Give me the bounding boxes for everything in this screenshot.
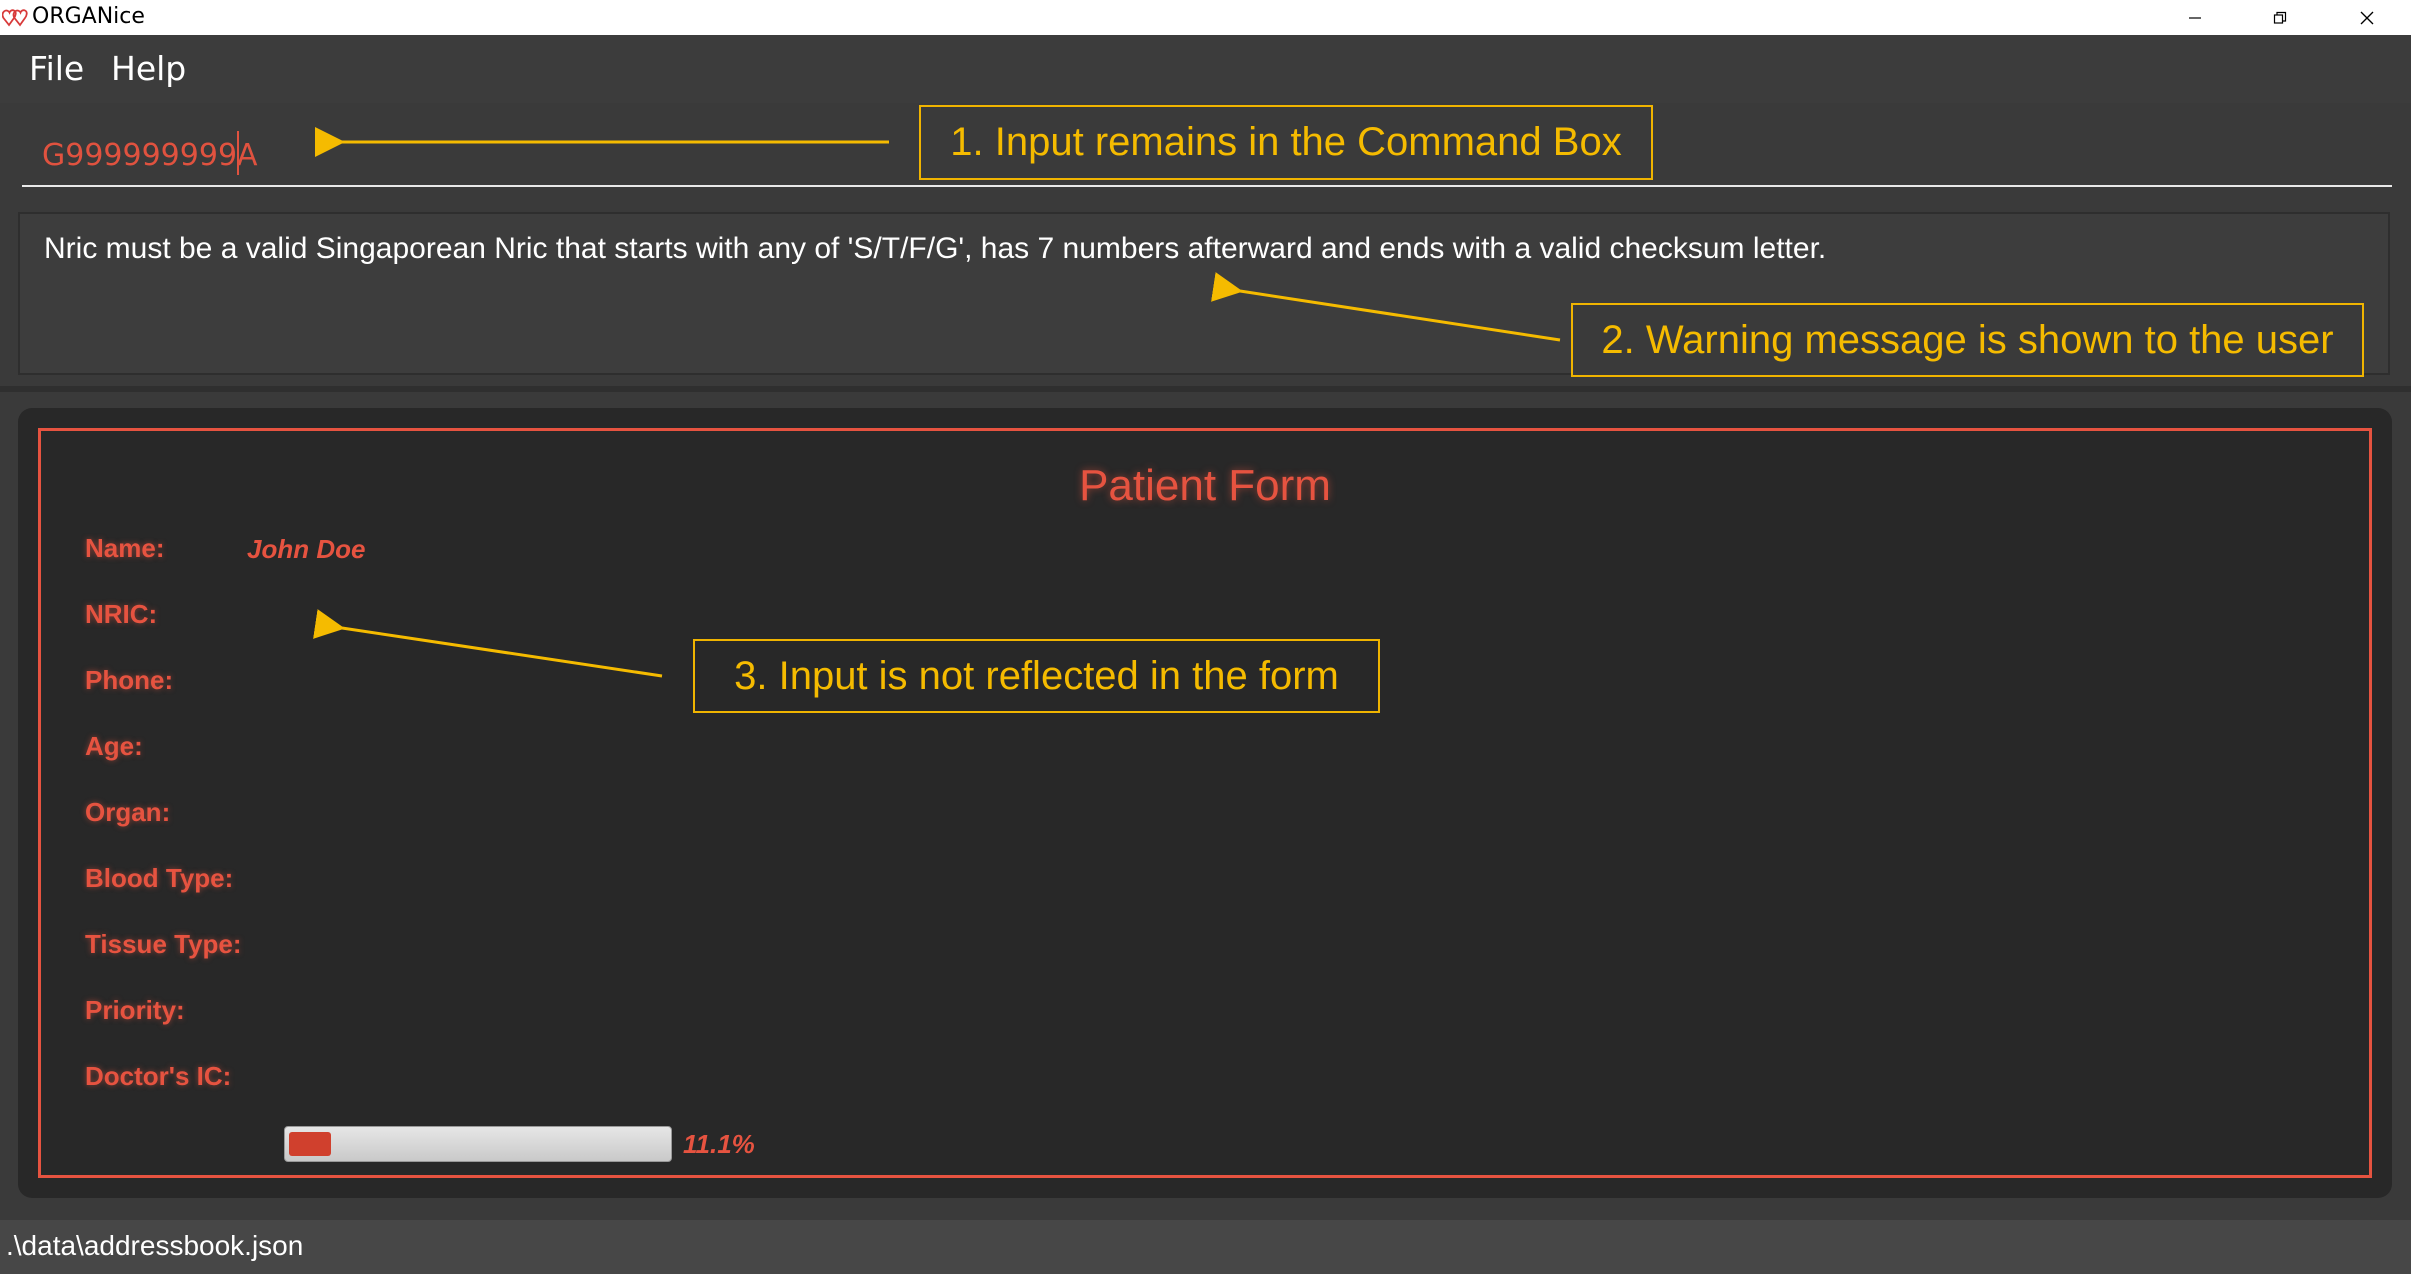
form-title: Patient Form: [1079, 461, 1331, 510]
minimize-icon: [2189, 16, 2201, 19]
age-label: Age:: [85, 731, 143, 761]
menu-file[interactable]: File: [29, 49, 84, 89]
window-title: ORGANice: [32, 4, 145, 29]
phone-label: Phone:: [85, 665, 174, 695]
progress-fill: [289, 1132, 331, 1156]
restore-button[interactable]: [2245, 0, 2315, 35]
doctor-ic-label: Doctor's IC:: [85, 1061, 232, 1091]
blood-type-label: Blood Type:: [85, 863, 234, 893]
progress-percentage: 11.1%: [683, 1129, 755, 1159]
annotation-form: 3. Input is not reflected in the form: [693, 639, 1380, 713]
title-bar: ORGANice: [0, 0, 2411, 35]
annotation-warning-message: 2. Warning message is shown to the user: [1571, 303, 2364, 377]
status-bar: .\data\addressbook.json: [0, 1220, 2411, 1274]
patient-form: Patient Form Name: John Doe NRIC: Phone:…: [38, 428, 2372, 1178]
menu-help[interactable]: Help: [111, 49, 186, 89]
name-label: Name:: [85, 533, 165, 563]
menu-bar: File Help: [0, 35, 2411, 103]
progress-bar: [284, 1126, 672, 1162]
annotation-command-box: 1. Input remains in the Command Box: [919, 105, 1653, 180]
text-caret: [237, 131, 239, 175]
double-heart-icon: [2, 9, 28, 27]
restore-icon: [2273, 11, 2287, 24]
name-value: John Doe: [247, 534, 366, 564]
priority-label: Priority:: [85, 995, 185, 1025]
organ-label: Organ:: [85, 797, 171, 827]
tissue-type-label: Tissue Type:: [85, 929, 242, 959]
warning-message: Nric must be a valid Singaporean Nric th…: [44, 232, 1827, 265]
save-location-path: .\data\addressbook.json: [6, 1230, 304, 1261]
nric-label: NRIC:: [85, 599, 158, 629]
close-button[interactable]: [2332, 0, 2402, 35]
panel-divider: [0, 386, 2411, 392]
close-icon: [2360, 11, 2374, 24]
minimize-button[interactable]: [2160, 0, 2230, 35]
form-container: Patient Form Name: John Doe NRIC: Phone:…: [18, 408, 2392, 1198]
